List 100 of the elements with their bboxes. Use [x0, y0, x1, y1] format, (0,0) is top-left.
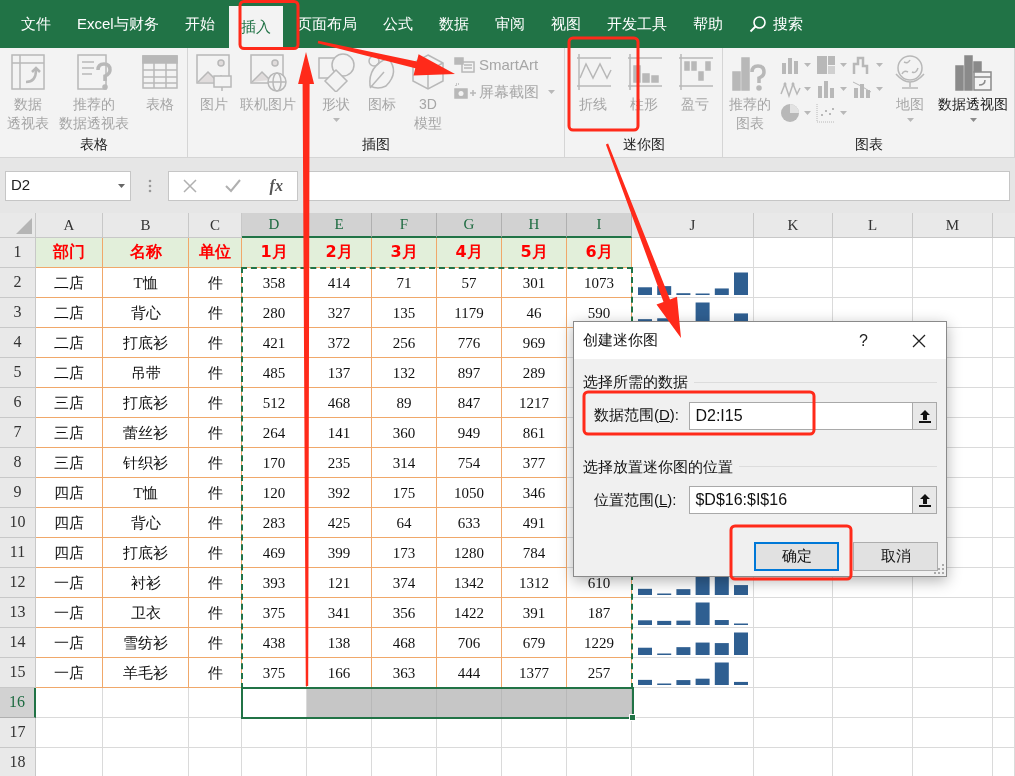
menu-tab[interactable]: 页面布局 — [284, 0, 369, 48]
column-header[interactable]: E — [307, 213, 372, 238]
row-header[interactable]: 6 — [0, 388, 36, 418]
table-cell: 1229 — [567, 628, 632, 658]
search-icon — [748, 15, 767, 33]
table-cell: 背心 — [103, 508, 189, 538]
menu-tab[interactable]: 开发工具 — [594, 0, 679, 48]
menu-tab[interactable]: 数据 — [426, 0, 481, 48]
field-label: 数据范围(D): — [594, 405, 680, 426]
row-header[interactable]: 2 — [0, 268, 36, 298]
input-field[interactable]: $D$16:$I$16 — [689, 486, 914, 514]
row-header[interactable]: 13 — [0, 598, 36, 628]
formula-input[interactable] — [307, 170, 1010, 201]
table-cell: 件 — [189, 268, 242, 298]
table-cell: 1217 — [502, 388, 567, 418]
row-header[interactable]: 15 — [0, 658, 36, 688]
row-header[interactable]: 16 — [0, 688, 36, 718]
column-header[interactable]: H — [502, 213, 567, 238]
menu-tab[interactable]: 视图 — [538, 0, 593, 48]
range-select-button[interactable] — [913, 486, 937, 514]
row-header[interactable]: 5 — [0, 358, 36, 388]
selected-cell[interactable] — [307, 688, 372, 718]
column-header[interactable]: L — [833, 213, 913, 238]
table-cell: 1312 — [502, 568, 567, 598]
row-header[interactable]: 4 — [0, 328, 36, 358]
row-header[interactable]: 7 — [0, 418, 36, 448]
row-header[interactable]: 11 — [0, 538, 36, 568]
table-cell: 135 — [372, 298, 437, 328]
selected-cell[interactable] — [437, 688, 502, 718]
table-cell: 776 — [437, 328, 502, 358]
table-cell: 件 — [189, 358, 242, 388]
row-header[interactable]: 17 — [0, 718, 36, 748]
table-cell: 件 — [189, 658, 242, 688]
column-header[interactable]: I — [567, 213, 632, 238]
caret-icon — [803, 87, 811, 91]
range-select-button[interactable] — [913, 401, 937, 430]
row-header[interactable]: 12 — [0, 568, 36, 598]
table-cell: 46 — [502, 298, 567, 328]
menu-tab[interactable]: 开始 — [172, 0, 227, 48]
table-cell: 4月 — [437, 238, 502, 268]
row-header[interactable]: 3 — [0, 298, 36, 328]
close-icon[interactable] — [912, 333, 926, 348]
row-header[interactable]: 18 — [0, 748, 36, 776]
column-header[interactable]: F — [372, 213, 437, 238]
cancel-icon[interactable] — [183, 178, 198, 193]
caret-icon — [118, 183, 125, 188]
table-cell: 754 — [437, 448, 502, 478]
table-cell: 名称 — [103, 238, 189, 268]
ribbon-button[interactable]: 数据透视图 — [938, 52, 1009, 122]
table-cell: 1422 — [437, 598, 502, 628]
table-cell: 件 — [189, 388, 242, 418]
table-cell: 3月 — [372, 238, 437, 268]
resize-grip-icon[interactable] — [934, 564, 944, 574]
table-cell: 背心 — [103, 298, 189, 328]
table-cell: 衬衫 — [103, 568, 189, 598]
name-box[interactable]: D2 — [5, 170, 131, 201]
table-cell: 打底衫 — [103, 538, 189, 568]
row-header[interactable]: 1 — [0, 238, 36, 268]
table-cell: 301 — [502, 268, 567, 298]
table-cell: 173 — [372, 538, 437, 568]
dialog-button[interactable]: 确定 — [754, 542, 839, 571]
group-label: 表格 — [78, 135, 109, 154]
row-header[interactable]: 8 — [0, 448, 36, 478]
selected-cell[interactable] — [502, 688, 567, 718]
pie-chart-icon — [778, 102, 801, 124]
column-header[interactable]: G — [437, 213, 502, 238]
insert-function-button[interactable]: fx — [269, 173, 283, 198]
row-header[interactable]: 14 — [0, 628, 36, 658]
menu-tab[interactable]: 帮助 — [680, 0, 735, 48]
table-cell: 1月 — [242, 238, 307, 268]
menu-tab[interactable]: 公式 — [370, 0, 425, 48]
selected-cell[interactable] — [372, 688, 437, 718]
picture-icon — [194, 52, 234, 92]
table-cell: 1179 — [437, 298, 502, 328]
table-cell: 2月 — [307, 238, 372, 268]
table-cell: 356 — [372, 598, 437, 628]
search-button[interactable]: 搜索 — [748, 0, 803, 48]
input-field[interactable]: D2:I15 — [689, 401, 914, 430]
check-icon[interactable] — [225, 178, 242, 193]
table-cell: 打底衫 — [103, 388, 189, 418]
table-cell: 706 — [437, 628, 502, 658]
menu-tab[interactable]: Excel与财务 — [65, 0, 171, 48]
dialog-button[interactable]: 取消 — [853, 542, 938, 571]
menu-tab[interactable]: 审阅 — [482, 0, 537, 48]
fill-handle[interactable] — [629, 714, 636, 721]
help-button[interactable]: ? — [859, 328, 868, 353]
group-label: 图表 — [853, 135, 884, 154]
select-all-icon[interactable] — [16, 218, 32, 234]
menu-tab[interactable]: 插入 — [228, 6, 283, 48]
row-header[interactable]: 10 — [0, 508, 36, 538]
table-cell: 件 — [189, 328, 242, 358]
row-header[interactable]: 9 — [0, 478, 36, 508]
table-cell: 四店 — [36, 478, 103, 508]
column-header[interactable]: M — [913, 213, 993, 238]
table-cell: T恤 — [103, 268, 189, 298]
table-cell: 件 — [189, 418, 242, 448]
menu-tab[interactable]: 文件 — [9, 0, 63, 48]
table-cell: 吊带 — [103, 358, 189, 388]
selected-cell[interactable] — [567, 688, 632, 718]
column-header[interactable]: K — [754, 213, 833, 238]
